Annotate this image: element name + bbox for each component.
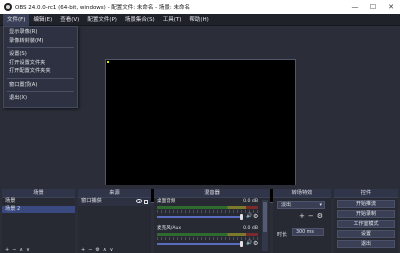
menu-item-open-settings-folder[interactable]: 打开设置文件夹 — [4, 59, 77, 68]
source-properties-button[interactable]: ⚙ — [95, 247, 99, 253]
meter-ticks — [157, 237, 258, 240]
window-title-bar: OBS 24.0.0-rc1 (64-bit, windows) - 配置文件:… — [0, 0, 400, 14]
speaker-icon[interactable]: 🔊 — [246, 214, 252, 219]
mixer-scrollbar[interactable] — [262, 200, 268, 251]
source-item-label: 窗口捕获 — [81, 198, 102, 204]
menu-separator — [7, 47, 74, 48]
add-scene-button[interactable]: + — [5, 247, 9, 253]
source-handle[interactable] — [107, 61, 109, 63]
window-controls: — ☐ ✕ — [346, 0, 400, 14]
start-streaming-button[interactable]: 开始推流 — [337, 200, 395, 208]
menu-edit[interactable]: 编辑(E) — [29, 14, 56, 26]
source-item[interactable]: 窗口捕获 — [78, 198, 151, 206]
lock-icon[interactable] — [144, 200, 148, 205]
transition-properties-gear-icon[interactable]: ⚙ — [317, 212, 323, 220]
menu-tools[interactable]: 工具(T) — [159, 14, 186, 26]
scenes-toolbar: + − ∧ ∨ — [2, 247, 75, 253]
minimize-button[interactable]: — — [346, 0, 364, 14]
sources-list: 窗口捕获 + − ⚙ ∧ ∨ — [78, 198, 151, 253]
dock-area: 场景 场景 场景 2 + − ∧ ∨ 来源 窗口捕获 + − ⚙ ∧ ∨ 混音器… — [0, 189, 400, 253]
scenes-dock-title: 场景 — [2, 189, 75, 198]
menu-item-open-profile-folder[interactable]: 打开配置文件夹夹 — [4, 67, 77, 76]
file-menu-dropdown: 显示录像(R) 录像转封装(M) 设置(S) 打开设置文件夹 打开配置文件夹夹 … — [3, 26, 78, 108]
move-source-down-button[interactable]: ∨ — [110, 247, 114, 253]
sources-dock: 来源 窗口捕获 + − ⚙ ∧ ∨ — [78, 189, 151, 253]
scene-item-selected[interactable]: 场景 2 — [2, 205, 75, 213]
settings-button[interactable]: 设置 — [337, 230, 395, 238]
controls-dock-title: 控件 — [334, 189, 398, 198]
remove-source-button[interactable]: − — [88, 247, 92, 253]
maximize-button[interactable]: ☐ — [364, 0, 382, 14]
obs-logo-icon — [4, 3, 12, 11]
source-item-icons — [136, 199, 151, 205]
channel-name: 麦克风/Aux — [157, 226, 182, 231]
gear-icon[interactable]: ⚙ — [253, 214, 258, 220]
menu-item-remux-recordings[interactable]: 录像转封装(M) — [4, 37, 77, 46]
move-scene-down-button[interactable]: ∨ — [26, 247, 30, 253]
meter-ticks — [157, 210, 258, 213]
remove-scene-button[interactable]: − — [12, 247, 16, 253]
volume-fader[interactable] — [157, 240, 243, 247]
gear-icon[interactable]: ⚙ — [253, 241, 258, 247]
controls-dock: 控件 开始推流 开始录制 工作室模式 设置 退出 — [334, 189, 398, 253]
remove-transition-button[interactable]: − — [308, 212, 314, 220]
menu-bar: 文件(F) 编辑(E) 查看(V) 配置文件(P) 场景集合(S) 工具(T) … — [0, 13, 400, 26]
add-source-button[interactable]: + — [81, 247, 85, 253]
channel-name: 桌面音频 — [157, 199, 176, 204]
sources-toolbar: + − ⚙ ∧ ∨ — [78, 247, 151, 253]
volume-meter — [157, 233, 258, 236]
controls-body: 开始推流 开始录制 工作室模式 设置 退出 — [334, 198, 398, 253]
menu-profile[interactable]: 配置文件(P) — [83, 14, 121, 26]
mixer-body: 桌面音频 0.0 dB 🔊 ⚙ 麦克风/Aux 0.0 dB 🔊 ⚙ — [154, 198, 270, 253]
audio-mixer-dock: 混音器 桌面音频 0.0 dB 🔊 ⚙ 麦克风/Aux 0.0 dB 🔊 ⚙ — [154, 189, 270, 253]
scrollbar-thumb[interactable] — [263, 202, 267, 232]
channel-db: 0.0 dB — [243, 199, 258, 204]
transitions-dock-title: 转场特效 — [273, 189, 331, 198]
menu-help[interactable]: 帮助(H) — [185, 14, 212, 26]
menu-item-exit[interactable]: 退出(X) — [4, 94, 77, 103]
window-title: OBS 24.0.0-rc1 (64-bit, windows) - 配置文件:… — [15, 5, 190, 11]
start-recording-button[interactable]: 开始录制 — [337, 210, 395, 218]
volume-meter — [157, 206, 258, 209]
speaker-icon[interactable]: 🔊 — [246, 241, 252, 246]
transitions-body: 淡出 ▾ + − ⚙ 时长 300 ms — [273, 198, 331, 253]
channel-db: 0.0 dB — [243, 226, 258, 231]
close-button[interactable]: ✕ — [382, 0, 400, 14]
transition-select-value: 淡出 — [281, 202, 292, 208]
move-scene-up-button[interactable]: ∧ — [19, 247, 23, 253]
visibility-eye-icon[interactable] — [136, 199, 142, 204]
menu-item-settings[interactable]: 设置(S) — [4, 50, 77, 59]
mixer-dock-title: 混音器 — [154, 189, 270, 198]
transitions-dock: 转场特效 淡出 ▾ + − ⚙ 时长 300 ms — [273, 189, 331, 253]
add-transition-button[interactable]: + — [299, 212, 305, 220]
preview-canvas[interactable] — [105, 59, 296, 203]
scenes-list: 场景 场景 2 + − ∧ ∨ — [2, 198, 75, 253]
duration-label: 时长 — [277, 232, 288, 238]
volume-fader[interactable] — [157, 213, 243, 220]
chevron-down-icon: ▾ — [319, 202, 322, 208]
transition-select[interactable]: 淡出 ▾ — [277, 201, 325, 209]
transition-buttons: + − ⚙ — [299, 212, 323, 220]
exit-button[interactable]: 退出 — [337, 240, 395, 248]
menu-view[interactable]: 查看(V) — [56, 14, 83, 26]
sources-dock-title: 来源 — [78, 189, 151, 198]
studio-mode-button[interactable]: 工作室模式 — [337, 220, 395, 228]
menu-item-always-on-top[interactable]: 窗口置顶(A) — [4, 81, 77, 90]
menu-item-show-recordings[interactable]: 显示录像(R) — [4, 28, 77, 37]
menu-separator — [7, 91, 74, 92]
scenes-dock: 场景 场景 场景 2 + − ∧ ∨ — [2, 189, 75, 253]
scene-item[interactable]: 场景 — [2, 198, 75, 206]
mixer-channel-desktop: 桌面音频 0.0 dB 🔊 ⚙ — [157, 199, 258, 223]
menu-file[interactable]: 文件(F) — [3, 13, 30, 26]
menu-scene-collection[interactable]: 场景集合(S) — [121, 14, 159, 26]
mixer-channel-mic: 麦克风/Aux 0.0 dB 🔊 ⚙ — [157, 226, 258, 250]
duration-input[interactable]: 300 ms — [292, 228, 324, 236]
move-source-up-button[interactable]: ∧ — [103, 247, 107, 253]
menu-separator — [7, 77, 74, 79]
